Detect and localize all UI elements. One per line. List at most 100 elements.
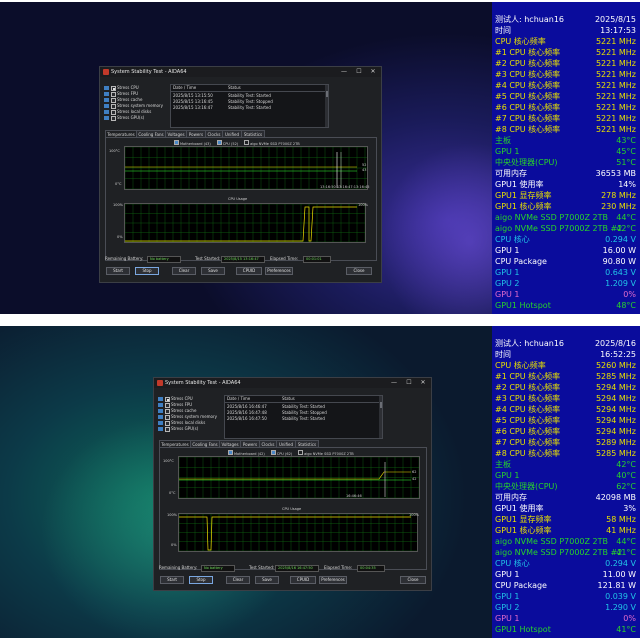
sensor-value: 5221 MHz (595, 37, 636, 46)
sensor-value: 90.80 W (602, 257, 636, 266)
sensor-label: aigo NVMe SSD P7000Z 2TB (495, 537, 608, 546)
stress-option[interactable]: Stress GPU(s) (158, 426, 220, 432)
clear-button[interactable]: Clear (226, 576, 250, 584)
sensor-row: 主板 42°C (492, 459, 640, 470)
minimize-icon[interactable]: — (387, 378, 401, 388)
window-titlebar[interactable]: System Stability Test - AIDA64 — ☐ ✕ (154, 378, 431, 388)
screenshot-panel-2: System Stability Test - AIDA64 — ☐ ✕ Str… (0, 326, 640, 638)
sensor-value: 0.643 V (605, 268, 636, 277)
legend-checkbox[interactable] (228, 450, 233, 455)
sensor-row: CPU 核心频率 5221 MHz (492, 36, 640, 47)
sensor-label: #7 CPU 核心频率 (495, 114, 561, 123)
start-button[interactable]: Start (160, 576, 184, 584)
log-row[interactable]: 2025/8/16 16:46:47 Stability Test: Starte… (225, 404, 382, 409)
legend-checkbox[interactable] (174, 140, 179, 145)
temp-axis-bottom: 0°C (115, 182, 122, 186)
legend-checkbox[interactable] (298, 450, 304, 455)
disk-icon (158, 421, 163, 425)
stress-option-label: Stress CPU (171, 396, 193, 401)
sensor-row: GPU1 显存频率 58 MHz (492, 514, 640, 525)
log-row-time: 2025/8/16 16:47:50 (227, 416, 267, 421)
preferences-button[interactable]: Preferences (265, 267, 293, 275)
log-row[interactable]: 2025/8/15 13:15:50 Stability Test: Starte… (171, 93, 328, 98)
sensor-row: GPU1 核心频率 41 MHz (492, 525, 640, 536)
sensor-row: GPU1 核心频率 230 MHz (492, 201, 640, 212)
stress-option-label: Stress local disks (171, 420, 206, 425)
close-button[interactable]: Close (346, 267, 372, 275)
stop-button[interactable]: Stop (189, 576, 213, 584)
sensor-value: 0.294 V (605, 235, 636, 244)
sensor-value: 58 MHz (606, 515, 636, 524)
sensor-label: #2 CPU 核心频率 (495, 383, 561, 392)
legend-item[interactable]: Motherboard (42) (228, 450, 265, 456)
stress-option[interactable]: Stress GPU(s) (104, 115, 166, 121)
sensor-row: aigo NVMe SSD P7000Z 2TB #2 42°C (492, 223, 640, 234)
maximize-icon[interactable]: ☐ (352, 67, 366, 77)
sensor-label: GPU 1 (495, 570, 520, 579)
cpu-usage-graph (178, 513, 418, 552)
log-row[interactable]: 2025/8/15 13:16:47 Stability Test: Starte… (171, 105, 328, 110)
temperature-graph-svg (125, 147, 367, 189)
memory-icon (158, 415, 163, 419)
sensor-row: #5 CPU 核心频率 5294 MHz (492, 415, 640, 426)
log-scrollbar[interactable] (325, 85, 328, 127)
sensor-row: #7 CPU 核心频率 5221 MHz (492, 113, 640, 124)
status-bar: Remaining Battery: No battery Test Start… (159, 565, 425, 572)
sensor-label: CPU 核心 (495, 559, 530, 568)
sensor-value: 62°C (616, 482, 636, 491)
start-button[interactable]: Start (106, 267, 130, 275)
sensor-label: #5 CPU 核心频率 (495, 416, 561, 425)
sensor-label: 可用内存 (495, 493, 527, 502)
stress-checkbox[interactable] (111, 116, 116, 121)
close-button[interactable]: Close (400, 576, 426, 584)
save-button[interactable]: Save (201, 267, 225, 275)
close-icon[interactable]: ✕ (416, 378, 430, 388)
log-scrollbar[interactable] (379, 396, 382, 438)
cpu-usage-graph (124, 203, 366, 243)
temp-right-value-2: 43 (362, 168, 367, 172)
stop-button[interactable]: Stop (135, 267, 159, 275)
sensor-value: 5221 MHz (595, 125, 636, 134)
elapsed-label: Elapsed Time: (324, 565, 353, 570)
close-icon[interactable]: ✕ (366, 67, 380, 77)
elapsed-value: 00:04:35 (357, 565, 385, 572)
legend-checkbox[interactable] (216, 140, 222, 145)
sensor-label: #1 CPU 核心频率 (495, 48, 561, 57)
legend-label: Motherboard (43) (180, 141, 211, 146)
cpu-axis-bottom: 0% (117, 235, 123, 239)
sensor-row: #8 CPU 核心频率 5221 MHz (492, 124, 640, 135)
legend-item[interactable]: CPU (52) (216, 140, 238, 146)
maximize-icon[interactable]: ☐ (402, 378, 416, 388)
sensor-value: 0.039 V (605, 592, 636, 601)
battery-label: Remaining Battery: (105, 256, 144, 261)
legend-item[interactable]: CPU (62) (270, 450, 292, 456)
window-titlebar[interactable]: System Stability Test - AIDA64 — ☐ ✕ (100, 67, 381, 77)
preferences-button[interactable]: Preferences (319, 576, 347, 584)
legend-checkbox[interactable] (244, 140, 250, 145)
legend-item[interactable]: aigo NVMe SSD P7000Z 2TB (298, 450, 354, 456)
log-row[interactable]: 2025/8/16 16:47:50 Stability Test: Starte… (225, 416, 382, 421)
sensor-label: GPU 1 (495, 246, 520, 255)
minimize-icon[interactable]: — (337, 67, 351, 77)
log-col-status: Status (282, 396, 295, 401)
clear-button[interactable]: Clear (172, 267, 196, 275)
log-row[interactable]: 2025/8/15 13:16:45 Stability Test: Stoppe… (171, 99, 328, 104)
sensor-value: 5221 MHz (595, 81, 636, 90)
fpu-icon (104, 92, 109, 96)
stress-checkbox[interactable] (165, 427, 170, 432)
cpuid-button[interactable]: CPUID (236, 267, 262, 275)
sensor-row: GPU1 使用率 3% (492, 503, 640, 514)
sensor-row: aigo NVMe SSD P7000Z 2TB 44°C (492, 536, 640, 547)
sensor-value: 5294 MHz (595, 394, 636, 403)
cpuid-button[interactable]: CPUID (290, 576, 316, 584)
save-button[interactable]: Save (255, 576, 279, 584)
sensor-value: 42°C (616, 224, 636, 233)
legend-checkbox[interactable] (270, 450, 276, 455)
legend-item[interactable]: Motherboard (43) (174, 140, 211, 146)
sensor-label: 主板 (495, 460, 511, 469)
sensor-label: GPU 1 (495, 471, 520, 480)
log-row[interactable]: 2025/8/16 16:47:48 Stability Test: Stoppe… (225, 410, 382, 415)
cpu-icon (104, 86, 109, 90)
sensor-row: GPU 1 0% (492, 613, 640, 624)
legend-item[interactable]: aigo NVMe SSD P7000Z 2TB (244, 140, 300, 146)
